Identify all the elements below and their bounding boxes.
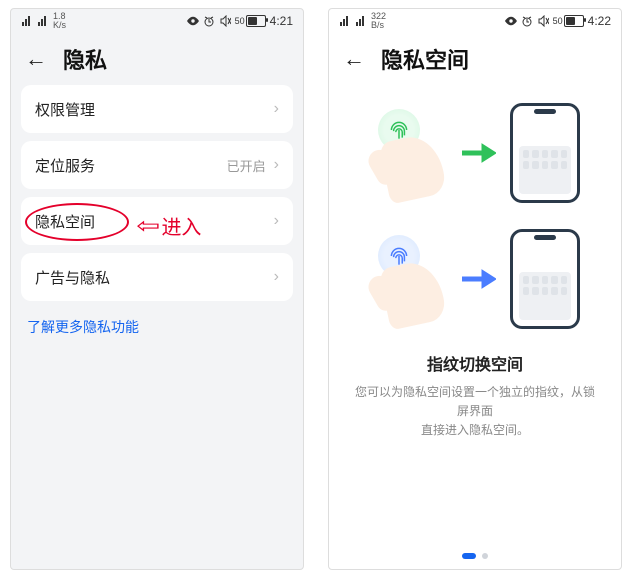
chevron-right-icon: › <box>274 212 279 230</box>
page-title: 隐私 <box>63 43 107 75</box>
header: ← 隐私 <box>11 33 303 83</box>
item-label: 定位服务 <box>35 155 95 176</box>
info-title: 指纹切换空间 <box>427 351 523 375</box>
item-ads-privacy[interactable]: 广告与隐私 › <box>21 253 293 301</box>
net-speed: 322B/s <box>371 12 386 30</box>
arrow-green-icon <box>462 142 496 164</box>
eye-icon <box>187 15 199 27</box>
mini-phone-icon <box>510 103 580 203</box>
mute-icon <box>219 15 231 27</box>
hand-blue <box>370 233 448 325</box>
back-icon[interactable]: ← <box>343 48 365 70</box>
dot[interactable] <box>482 553 488 559</box>
signal-icon <box>339 15 351 27</box>
back-icon[interactable]: ← <box>25 48 47 70</box>
signal-icon <box>21 15 33 27</box>
page-title: 隐私空间 <box>381 43 469 75</box>
info-desc: 您可以为隐私空间设置一个独立的指纹，从锁屏界面直接进入隐私空间。 <box>329 383 621 441</box>
item-label: 广告与隐私 <box>35 267 110 288</box>
page-indicator <box>329 553 621 559</box>
alarm-icon <box>521 15 533 27</box>
mini-phone-icon <box>510 229 580 329</box>
header: ← 隐私空间 <box>329 33 621 83</box>
item-private-space[interactable]: 隐私空间 › ⇦进入 <box>21 197 293 245</box>
clock: 4:22 <box>588 14 611 28</box>
battery-icon: 50 <box>235 15 266 27</box>
status-bar: 322B/s 50 4:22 <box>329 9 621 33</box>
mute-icon <box>537 15 549 27</box>
chevron-right-icon: › <box>274 100 279 118</box>
clock: 4:21 <box>270 14 293 28</box>
signal-icon <box>355 15 367 27</box>
phone-left: 1.8K/s 50 4:21 ← 隐私 权限管理 › 定位服务 已开启 › 隐私空… <box>10 8 304 570</box>
item-permissions[interactable]: 权限管理 › <box>21 85 293 133</box>
eye-icon <box>505 15 517 27</box>
chevron-right-icon: › <box>274 156 279 174</box>
status-bar: 1.8K/s 50 4:21 <box>11 9 303 33</box>
learn-more-link[interactable]: 了解更多隐私功能 <box>11 303 303 337</box>
battery-icon: 50 <box>553 15 584 27</box>
hand-green <box>370 107 448 199</box>
dot-active <box>462 553 476 559</box>
signal-icon <box>37 15 49 27</box>
net-speed: 1.8K/s <box>53 12 66 30</box>
annotation-label: 进入 <box>161 211 201 240</box>
annotation-circle <box>25 203 129 241</box>
illustration: 指纹切换空间 您可以为隐私空间设置一个独立的指纹，从锁屏界面直接进入隐私空间。 <box>329 83 621 569</box>
illus-row-blue <box>370 229 580 329</box>
arrow-blue-icon <box>462 268 496 290</box>
phone-right: 322B/s 50 4:22 ← 隐私空间 <box>328 8 622 570</box>
alarm-icon <box>203 15 215 27</box>
item-label: 权限管理 <box>35 99 95 120</box>
settings-list: 权限管理 › 定位服务 已开启 › 隐私空间 › ⇦进入 广告与隐私 › <box>11 83 303 303</box>
item-value: 已开启 <box>227 156 266 175</box>
illus-row-green <box>370 103 580 203</box>
chevron-right-icon: › <box>274 268 279 286</box>
item-location[interactable]: 定位服务 已开启 › <box>21 141 293 189</box>
arrow-left-icon: ⇦ <box>136 215 160 237</box>
annotation-arrow: ⇦进入 <box>139 211 201 240</box>
